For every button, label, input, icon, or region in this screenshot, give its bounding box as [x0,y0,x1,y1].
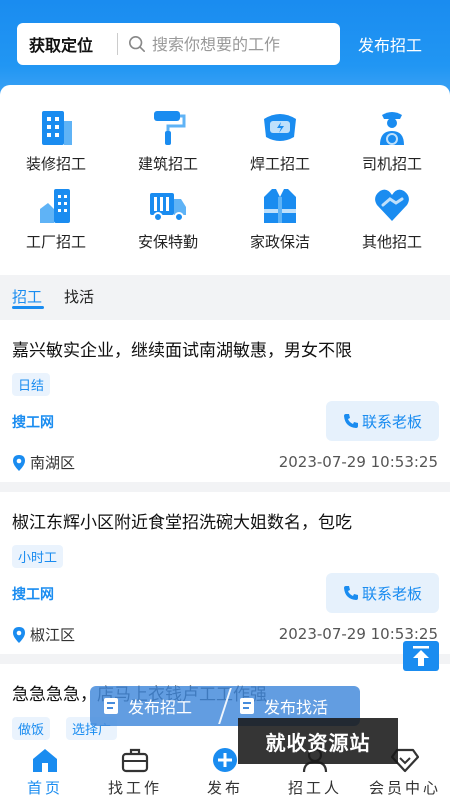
nav-label: 招工人 [287,779,342,797]
category-label: 其他招工 [361,233,422,251]
publish-recruit-button[interactable]: 发布招工 [90,694,224,718]
back-to-top-button[interactable] [403,641,439,671]
location-pin-icon [13,454,25,471]
truck-icon [150,193,186,222]
category-security[interactable]: 安保特勤 [112,185,224,252]
location-button[interactable]: 获取定位 [17,32,117,56]
contact-boss-button[interactable]: 联系老板 [326,401,439,441]
category-label: 装修招工 [25,155,86,173]
listing-tabs: 招工 找活 [0,276,450,320]
location-pin-icon [13,626,25,643]
search-input[interactable] [152,34,332,54]
document-icon [240,698,254,714]
category-panel: 装修招工 建筑招工 焊工招工 司机招工 工厂招工 安保特勤 家政保洁 其他招工 [0,85,450,275]
category-label: 安保特勤 [137,233,198,251]
driver-icon [380,112,404,145]
listing-time: 2023-07-29 10:53:25 [278,453,438,471]
listing-location-text: 椒江区 [30,626,76,644]
nav-label: 发布 [206,779,243,797]
arrow-up-icon [413,646,429,666]
listing-source[interactable]: 搜工网 [12,584,54,604]
category-label: 焊工招工 [249,155,310,173]
tab-find-work[interactable]: 找活 [64,286,94,307]
home-icon [33,749,57,772]
nav-label: 会员中心 [368,779,441,797]
briefcase-icon [121,748,149,773]
listing-location-text: 南湖区 [30,454,76,472]
listing-card[interactable]: 椒江东辉小区附近食堂招洗碗大姐数名，包吃 小时工 搜工网 联系老板 椒江区 20… [0,492,450,654]
paint-roller-icon [154,111,186,145]
category-decoration[interactable]: 装修招工 [0,107,112,174]
contact-boss-label: 联系老板 [361,584,422,603]
search-box[interactable]: 获取定位 [17,23,340,65]
listing-source[interactable]: 搜工网 [12,412,54,432]
listing-tag: 日结 [12,373,51,396]
category-factory[interactable]: 工厂招工 [0,185,112,252]
phone-icon [343,586,358,600]
category-welder[interactable]: 焊工招工 [224,107,336,174]
category-label: 工厂招工 [25,233,86,251]
search-divider [117,33,118,55]
welding-mask-icon [264,114,296,141]
publish-job-label: 发布找活 [264,698,329,717]
listing-title: 椒江东辉小区附近食堂招洗碗大姐数名，包吃 [12,513,352,533]
publish-recruit-link[interactable]: 发布招工 [358,32,422,56]
handshake-heart-icon [375,189,409,221]
building-icon [42,111,72,145]
nav-find-job[interactable]: 找工作 [90,740,180,798]
listing-title: 嘉兴敏实企业，继续面试南湖敏惠，男女不限 [12,341,352,361]
category-construction[interactable]: 建筑招工 [112,107,224,174]
nav-label: 首页 [26,779,63,797]
vest-icon [264,189,296,223]
category-label: 家政保洁 [249,233,310,251]
listing-location: 椒江区 [12,624,75,645]
listing-location: 南湖区 [12,452,75,473]
plus-circle-icon [213,748,237,772]
listing-tag: 小时工 [12,545,64,568]
phone-icon [343,414,358,428]
watermark: 就收资源站 [238,718,398,764]
category-driver[interactable]: 司机招工 [336,107,448,174]
factory-icon [40,189,70,223]
publish-job-button[interactable]: 发布找活 [226,694,360,718]
search-icon [128,35,146,53]
listing-card[interactable]: 嘉兴敏实企业，继续面试南湖敏惠，男女不限 日结 搜工网 联系老板 南湖区 202… [0,320,450,482]
category-label: 司机招工 [361,155,422,173]
category-other[interactable]: 其他招工 [336,185,448,252]
nav-home[interactable]: 首页 [0,740,90,798]
publish-recruit-label: 发布招工 [128,698,193,717]
category-housekeeping[interactable]: 家政保洁 [224,185,336,252]
nav-label: 找工作 [107,779,162,797]
contact-boss-label: 联系老板 [361,412,422,431]
document-icon [104,698,118,714]
listing-tag: 做饭 [12,717,51,740]
category-label: 建筑招工 [137,155,198,173]
contact-boss-button[interactable]: 联系老板 [326,573,439,613]
tab-recruit[interactable]: 招工 [12,286,42,307]
tab-indicator [12,306,44,309]
